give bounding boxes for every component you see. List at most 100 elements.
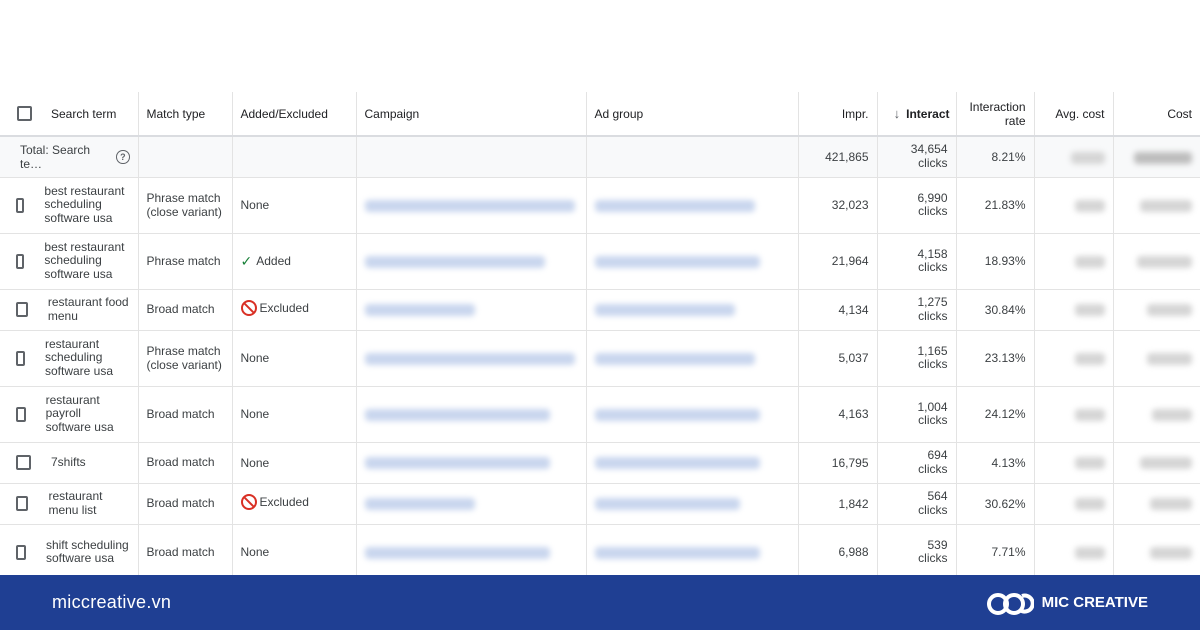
select-all-checkbox[interactable] — [17, 106, 32, 121]
search-term[interactable]: restaurant menu list — [48, 489, 129, 517]
header-cost[interactable]: Cost — [1113, 92, 1200, 137]
campaign-cell[interactable] — [356, 524, 587, 581]
added-excluded-cell[interactable]: None — [232, 177, 357, 234]
ad-group-cell[interactable] — [586, 442, 799, 484]
check-icon: ✓ — [240, 252, 253, 269]
interactions-unit: clicks — [918, 308, 948, 323]
status-label: Added — [256, 254, 291, 268]
header-search-term[interactable]: Search term — [0, 92, 139, 137]
row-checkbox[interactable] — [16, 302, 28, 317]
interaction-rate-cell: 7.71% — [956, 524, 1035, 581]
row-checkbox[interactable] — [16, 350, 25, 366]
table-row[interactable]: restaurant menu list Broad match Excluded 1… — [0, 483, 1200, 525]
help-circle-icon[interactable]: ? — [116, 149, 130, 164]
interactions-unit: clicks — [918, 357, 948, 371]
search-term[interactable]: 7shifts — [51, 455, 86, 470]
footer-site-url[interactable]: miccreative.vn — [52, 592, 171, 613]
campaign-cell[interactable] — [356, 233, 587, 290]
campaign-cell[interactable] — [356, 177, 587, 234]
row-checkbox[interactable] — [16, 496, 29, 511]
total-label-cell: Total: Search te… ? — [0, 136, 139, 178]
header-added-excluded[interactable]: Added/Excluded — [232, 92, 357, 137]
table-row[interactable]: best restaurant scheduling software usa P… — [0, 177, 1200, 234]
total-avg-cost — [1034, 136, 1114, 178]
ad-group-cell[interactable] — [586, 177, 799, 234]
header-interactions-label: Interact — [906, 107, 950, 121]
search-term[interactable]: restaurant food menu — [48, 295, 130, 323]
header-interactions[interactable]: ↓ Interact — [877, 92, 957, 137]
search-term[interactable]: shift scheduling software usa — [46, 538, 130, 566]
campaign-cell[interactable] — [356, 330, 587, 387]
avg-cost-cell — [1034, 524, 1114, 581]
row-checkbox[interactable] — [16, 197, 25, 213]
row-checkbox[interactable] — [16, 544, 26, 560]
header-match-type[interactable]: Match type — [138, 92, 233, 137]
header-campaign[interactable]: Campaign — [356, 92, 587, 137]
match-type: Phrase match — [146, 253, 221, 268]
search-term[interactable]: best restaurant scheduling software usa — [44, 240, 129, 282]
header-interaction-rate-label: Interaction rate — [969, 99, 1026, 128]
search-term-cell: restaurant scheduling software usa — [0, 330, 139, 387]
interactions-value: 564 — [927, 489, 948, 503]
added-excluded-cell[interactable]: None — [232, 524, 357, 581]
row-checkbox[interactable] — [16, 455, 31, 470]
search-term-cell: restaurant food menu — [0, 289, 139, 331]
header-impr[interactable]: Impr. — [798, 92, 878, 137]
total-rate: 8.21% — [956, 136, 1035, 178]
cost-cell — [1113, 483, 1200, 525]
table-row[interactable]: restaurant scheduling software usa Phrase… — [0, 330, 1200, 387]
match-type: Phrase match (close variant) — [146, 343, 222, 372]
added-excluded-cell[interactable]: Excluded — [232, 483, 357, 525]
added-excluded-cell[interactable]: None — [232, 330, 357, 387]
status-label: None — [240, 198, 270, 212]
total-label: Total: Search te… — [20, 142, 91, 171]
ad-group-cell[interactable] — [586, 330, 799, 387]
row-checkbox[interactable] — [16, 253, 25, 269]
impr-cell: 5,037 — [798, 330, 878, 387]
header-interaction-rate[interactable]: Interaction rate — [956, 92, 1035, 137]
excluded-status: Excluded — [240, 300, 309, 316]
campaign-cell[interactable] — [356, 386, 587, 443]
status-label: None — [240, 545, 270, 559]
status-label: None — [240, 455, 270, 470]
campaign-cell[interactable] — [356, 483, 587, 525]
match-type-cell: Broad match — [138, 483, 233, 525]
added-excluded-cell[interactable]: ✓ Added — [232, 233, 357, 290]
cost-cell — [1113, 289, 1200, 331]
interaction-rate-cell: 30.62% — [956, 483, 1035, 525]
ad-group-cell[interactable] — [586, 386, 799, 443]
table-row[interactable]: restaurant payroll software usa Broad mat… — [0, 386, 1200, 443]
interactions-unit: clicks — [918, 413, 948, 427]
status-label: None — [240, 351, 270, 365]
added-excluded-cell[interactable]: Excluded — [232, 289, 357, 331]
table-row[interactable]: 7shifts Broad match None 16,795 694 clicks 4.1… — [0, 442, 1200, 484]
header-avg-cost[interactable]: Avg. cost — [1034, 92, 1114, 137]
table-row[interactable]: best restaurant scheduling software usa P… — [0, 233, 1200, 290]
match-type-cell: Broad match — [138, 442, 233, 484]
ad-group-cell[interactable] — [586, 289, 799, 331]
added-excluded-cell[interactable]: None — [232, 386, 357, 443]
search-term-cell: shift scheduling software usa — [0, 524, 139, 581]
match-type-cell: Phrase match (close variant) — [138, 177, 233, 234]
cost-cell — [1113, 442, 1200, 484]
ad-group-cell[interactable] — [586, 524, 799, 581]
interactions-value: 1,004 — [917, 399, 948, 414]
cost-cell — [1113, 177, 1200, 234]
row-checkbox[interactable] — [16, 406, 26, 422]
ad-group-cell[interactable] — [586, 483, 799, 525]
search-term[interactable]: restaurant scheduling software usa — [45, 337, 130, 379]
match-type: Broad match — [146, 406, 215, 421]
table-row[interactable]: shift scheduling software usa Broad match… — [0, 524, 1200, 581]
campaign-cell[interactable] — [356, 442, 587, 484]
search-term[interactable]: restaurant payroll software usa — [46, 393, 130, 435]
match-type: Broad match — [146, 496, 215, 511]
added-excluded-cell[interactable]: None — [232, 442, 357, 484]
search-term[interactable]: best restaurant scheduling software usa — [44, 184, 129, 226]
table-row[interactable]: restaurant food menu Broad match Excluded 4… — [0, 289, 1200, 331]
header-ad-group[interactable]: Ad group — [586, 92, 799, 137]
interactions-cell: 6,990 clicks — [877, 177, 957, 234]
match-type-cell: Broad match — [138, 524, 233, 581]
campaign-cell[interactable] — [356, 289, 587, 331]
ad-group-cell[interactable] — [586, 233, 799, 290]
status-label: Excluded — [259, 301, 309, 315]
